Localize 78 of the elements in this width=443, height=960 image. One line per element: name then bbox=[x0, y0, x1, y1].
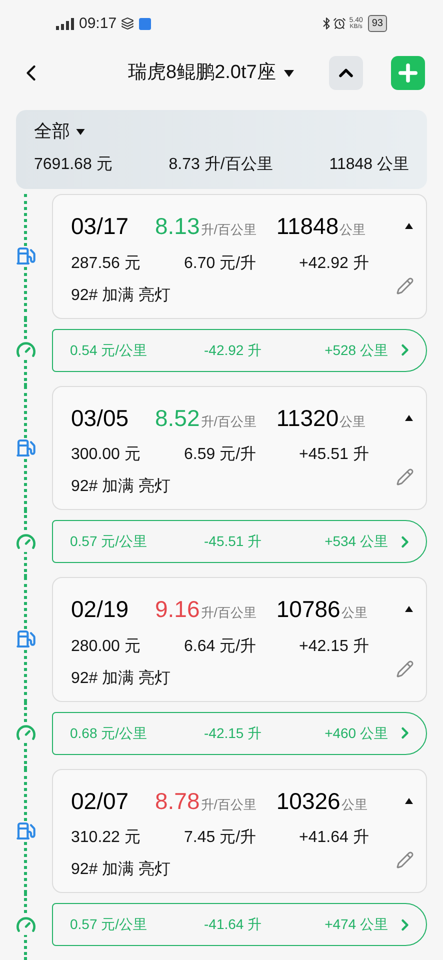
record-note: 92# 加满 亮灯 bbox=[71, 668, 171, 688]
record-note: 92# 加满 亮灯 bbox=[71, 476, 171, 497]
fuel-consumption: 8.78 bbox=[155, 786, 200, 816]
record-date: 03/05 bbox=[71, 404, 130, 432]
consumption-unit: 升/百公里 bbox=[200, 412, 256, 430]
fuel-volume: +42.92 升 bbox=[299, 254, 369, 274]
consumption-unit: 升/百公里 bbox=[200, 221, 256, 239]
fuel-cost: 310.22 元 bbox=[71, 828, 142, 848]
fuel-pump-icon bbox=[16, 438, 36, 458]
fuel-volume: +45.51 升 bbox=[299, 445, 369, 465]
fuel-price: 6.64 元/升 bbox=[184, 636, 258, 656]
cost-per-km: 0.68 元/公里 bbox=[70, 724, 148, 742]
alarm-icon bbox=[333, 17, 346, 30]
fuel-price: 6.59 元/升 bbox=[184, 445, 258, 465]
cost-per-km: 0.57 元/公里 bbox=[70, 532, 148, 551]
filter-dropdown[interactable]: 全部 bbox=[34, 118, 85, 145]
odometer-unit: 公里 bbox=[340, 412, 366, 430]
record-card[interactable]: 03/05 8.52升/百公里 11320公里 300.00 元 6.59 元/升 +45.51 升 92# 加满 亮灯 bbox=[52, 386, 427, 510]
fuel-pump-icon bbox=[16, 820, 36, 841]
segment-distance: +534 公里 bbox=[324, 532, 388, 551]
fuel-consumption: 8.52 bbox=[155, 404, 200, 432]
edit-icon[interactable] bbox=[396, 468, 414, 486]
odometer-reading: 10326 bbox=[276, 786, 340, 816]
odometer-reading: 10786 bbox=[276, 595, 340, 624]
fuel-used: -41.64 升 bbox=[204, 915, 262, 934]
record-date: 02/07 bbox=[71, 786, 130, 816]
record-note: 92# 加满 亮灯 bbox=[71, 860, 171, 880]
total-distance: 11848 公里 bbox=[329, 155, 409, 175]
fuel-price: 6.70 元/升 bbox=[184, 254, 258, 274]
record-card[interactable]: 03/17 8.13升/百公里 11848公里 287.56 元 6.70 元/升 +42.92 升 92# 加满 亮灯 bbox=[52, 194, 427, 318]
collapse-icon[interactable] bbox=[404, 414, 414, 422]
consumption-unit: 升/百公里 bbox=[200, 604, 256, 622]
caret-icon bbox=[284, 70, 294, 77]
record-note: 92# 加满 亮灯 bbox=[71, 286, 171, 306]
segment-distance: +528 公里 bbox=[324, 340, 388, 360]
segment-distance: +474 公里 bbox=[324, 915, 388, 934]
fuel-consumption: 9.16 bbox=[155, 595, 200, 624]
signal-icon bbox=[56, 18, 76, 30]
collapse-button[interactable] bbox=[329, 56, 363, 90]
fuel-cost: 280.00 元 bbox=[71, 636, 142, 656]
fuel-price: 7.45 元/升 bbox=[184, 828, 258, 848]
fuel-pump-icon bbox=[16, 629, 36, 650]
fuel-consumption: 8.13 bbox=[155, 212, 200, 241]
collapse-icon[interactable] bbox=[404, 605, 414, 614]
odometer-reading: 11320 bbox=[276, 404, 339, 432]
cost-per-km: 0.54 元/公里 bbox=[70, 340, 148, 360]
fuel-volume: +42.15 升 bbox=[299, 636, 369, 656]
fuel-used: -42.15 升 bbox=[204, 724, 262, 742]
collapse-icon[interactable] bbox=[404, 796, 414, 805]
record-date: 02/19 bbox=[71, 595, 130, 624]
edit-icon[interactable] bbox=[396, 660, 414, 678]
app-notification-icon bbox=[138, 18, 151, 30]
fuel-used: -45.51 升 bbox=[204, 532, 262, 551]
record-card[interactable]: 02/07 8.78升/百公里 10326公里 310.22 元 7.45 元/升 +41.64 升 92# 加满 亮灯 bbox=[52, 768, 427, 893]
record-card[interactable]: 02/19 9.16升/百公里 10786公里 280.00 元 6.64 元/升 +42.15 升 92# 加满 亮灯 bbox=[52, 577, 427, 702]
fuel-cost: 300.00 元 bbox=[71, 445, 142, 465]
segment-distance: +460 公里 bbox=[324, 724, 388, 742]
odometer-unit: 公里 bbox=[341, 604, 368, 622]
odometer-unit: 公里 bbox=[341, 796, 368, 814]
fuel-pump-icon bbox=[16, 246, 36, 266]
fuel-volume: +41.64 升 bbox=[299, 828, 369, 848]
edit-icon[interactable] bbox=[396, 851, 414, 869]
fuel-cost: 287.56 元 bbox=[71, 254, 142, 274]
record-date: 03/17 bbox=[71, 212, 130, 241]
odometer-reading: 11848 bbox=[276, 212, 339, 241]
total-cost: 7691.68 元 bbox=[34, 155, 112, 175]
layers-icon bbox=[120, 17, 134, 30]
battery-indicator: 93 bbox=[368, 15, 387, 32]
edit-icon[interactable] bbox=[396, 276, 414, 294]
fuel-used: -42.92 升 bbox=[204, 340, 262, 360]
collapse-icon[interactable] bbox=[404, 222, 414, 230]
odometer-unit: 公里 bbox=[340, 221, 366, 239]
average-consumption: 8.73 升/百公里 bbox=[168, 155, 273, 175]
consumption-unit: 升/百公里 bbox=[200, 796, 256, 814]
status-time: 09:17 bbox=[79, 14, 117, 34]
cost-per-km: 0.57 元/公里 bbox=[70, 915, 148, 934]
caret-icon bbox=[76, 128, 85, 134]
vehicle-selector[interactable]: 瑞虎8鲲鹏2.0t7座 bbox=[128, 59, 294, 88]
